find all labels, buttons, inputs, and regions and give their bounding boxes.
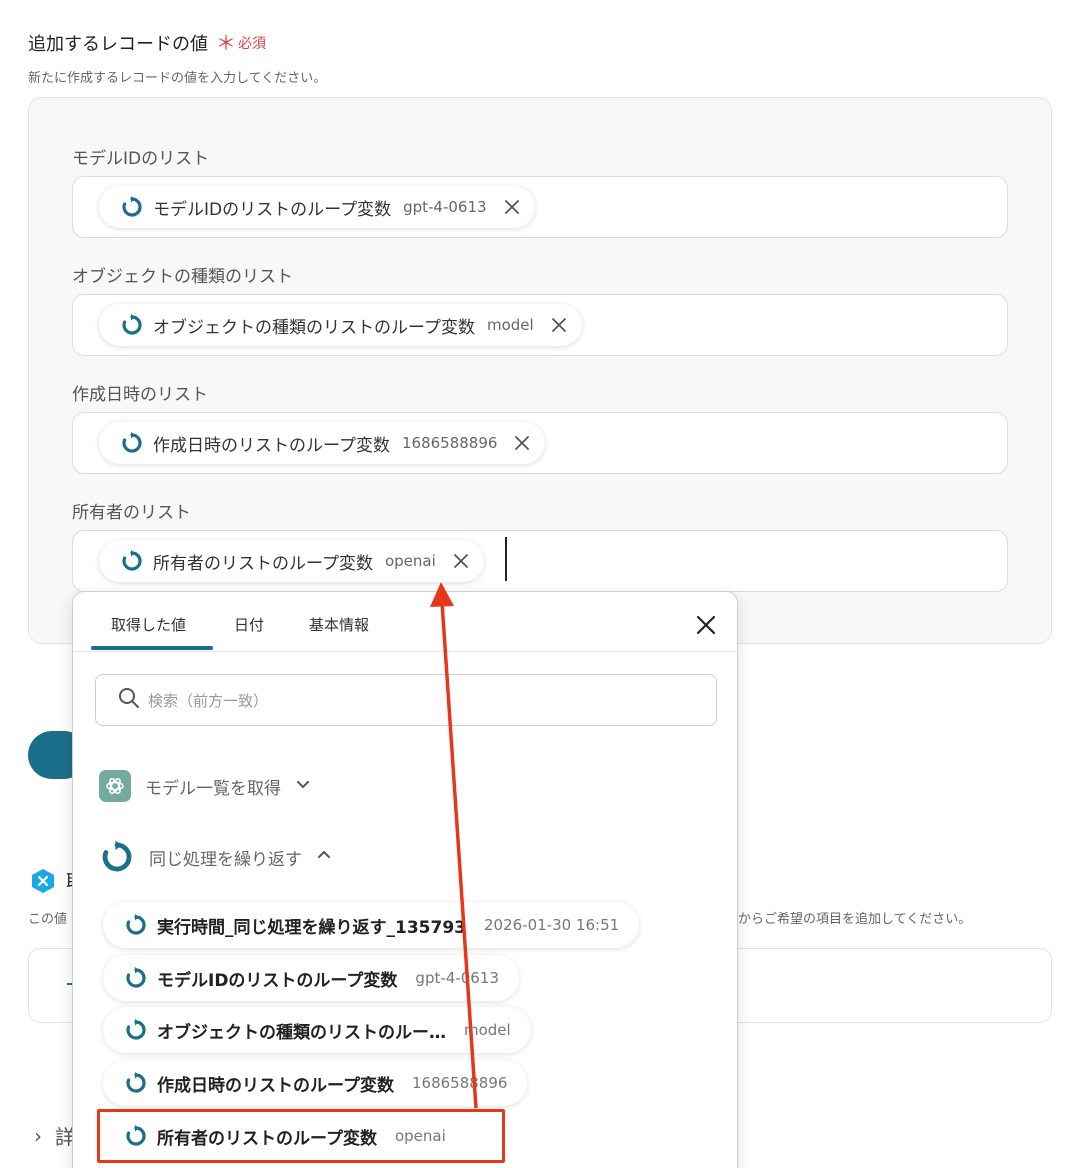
annotation-arrow <box>430 582 478 1109</box>
